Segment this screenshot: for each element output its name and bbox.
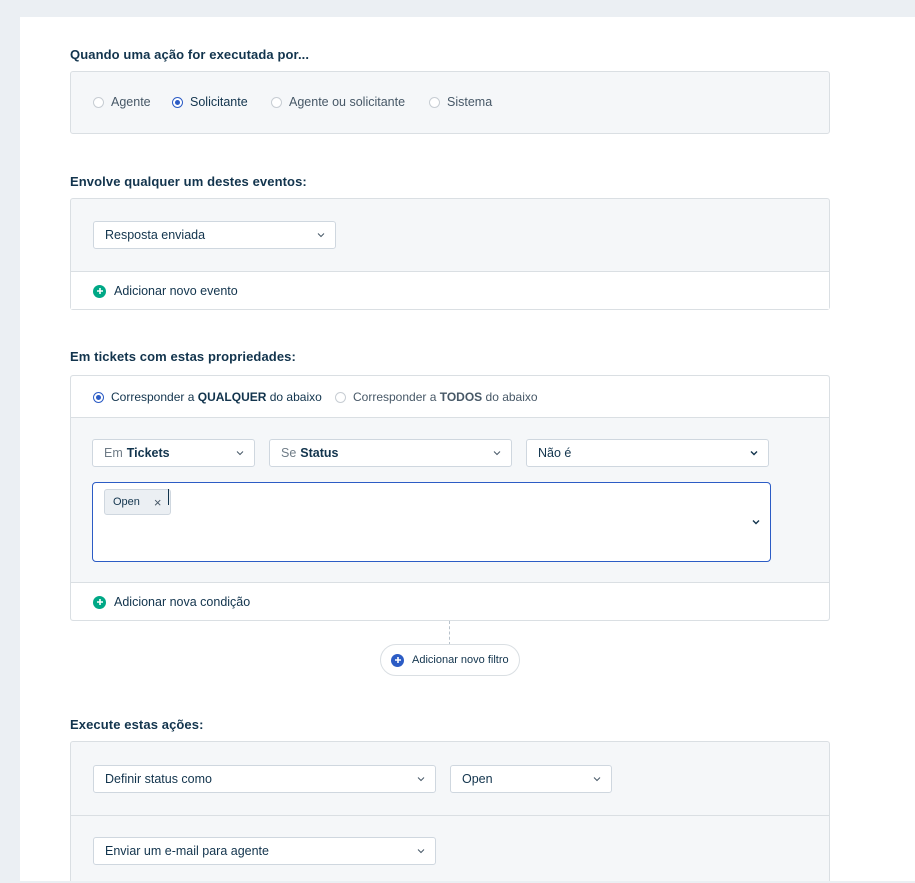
radio-icon[interactable] <box>271 96 282 108</box>
plus-circle-icon <box>93 595 106 609</box>
add-filter-button[interactable]: Adicionar novo filtro <box>380 644 520 676</box>
chevron-down-icon <box>417 777 425 782</box>
properties-box: Corresponder a QUALQUER do abaixo Corres… <box>70 375 830 621</box>
value-multiselect[interactable]: Open × <box>92 482 771 562</box>
radio-match-all[interactable]: Corresponder a TODOS do abaixo <box>335 390 538 404</box>
section-properties-title: Em tickets com estas propriedades: <box>70 349 296 364</box>
chevron-down-icon[interactable] <box>752 518 760 526</box>
add-event-label: Adicionar novo evento <box>114 284 238 298</box>
add-filter-label: Adicionar novo filtro <box>412 654 509 666</box>
scope-value: Tickets <box>126 446 170 460</box>
operator-value: Não é <box>538 446 572 460</box>
match-any-label: Corresponder a QUALQUER do abaixo <box>111 390 322 404</box>
performer-box: Agente Solicitante Agente ou solicitante… <box>70 71 830 134</box>
action1-option: Open <box>462 772 493 786</box>
tag-label: Open <box>113 496 140 508</box>
match-any-strong: QUALQUER <box>197 390 267 404</box>
section-performer-title: Quando uma ação for executada por... <box>70 47 310 62</box>
action1-select[interactable]: Definir status como <box>93 765 436 793</box>
scope-prefix: Em <box>104 446 123 460</box>
radio-label: Sistema <box>447 95 493 109</box>
text-caret <box>168 489 169 505</box>
automation-form: Quando uma ação for executada por... Age… <box>20 17 915 881</box>
field-select[interactable]: Se Status <box>269 439 512 467</box>
chevron-down-icon <box>417 849 425 854</box>
actions-box: Definir status como Open Enviar um e-mai… <box>70 741 830 881</box>
radio-match-any[interactable]: Corresponder a QUALQUER do abaixo <box>93 390 322 404</box>
radio-icon[interactable] <box>93 96 104 108</box>
field-value: Status <box>300 446 339 460</box>
radio-checked-icon[interactable] <box>93 391 104 403</box>
filter-connector <box>449 621 450 645</box>
action2-value: Enviar um e-mail para agente <box>105 844 269 858</box>
radio-agente-ou-solicitante[interactable]: Agente ou solicitante <box>271 95 405 109</box>
chevron-down-icon <box>236 451 244 456</box>
operator-select[interactable]: Não é <box>526 439 769 467</box>
add-condition-label: Adicionar nova condição <box>114 595 251 609</box>
match-all-strong: TODOS <box>439 390 483 404</box>
radio-label: Agente <box>111 95 151 109</box>
divider <box>71 815 829 816</box>
add-condition-link[interactable]: Adicionar nova condição <box>93 595 250 609</box>
section-events-title: Envolve qualquer um destes eventos: <box>70 174 307 189</box>
match-row: Corresponder a QUALQUER do abaixo Corres… <box>71 376 829 417</box>
match-all-prefix: Corresponder a <box>353 390 437 404</box>
close-icon[interactable]: × <box>154 495 162 510</box>
add-event-link[interactable]: Adicionar novo evento <box>93 284 238 298</box>
radio-solicitante[interactable]: Solicitante <box>172 95 248 109</box>
divider <box>71 417 829 418</box>
event-select[interactable]: Resposta enviada <box>93 221 336 249</box>
chevron-down-icon <box>750 451 758 456</box>
section-actions-title: Execute estas ações: <box>70 717 204 732</box>
radio-label: Solicitante <box>190 95 248 109</box>
radio-checked-icon[interactable] <box>172 96 183 108</box>
action1-value: Definir status como <box>105 772 212 786</box>
action1-value-select[interactable]: Open <box>450 765 612 793</box>
events-box: Resposta enviada Adicionar novo evento <box>70 198 830 310</box>
radio-icon[interactable] <box>429 96 440 108</box>
chevron-down-icon <box>593 777 601 782</box>
radio-label: Agente ou solicitante <box>289 95 406 109</box>
radio-sistema[interactable]: Sistema <box>429 95 492 109</box>
event-select-value: Resposta enviada <box>105 228 206 242</box>
plus-circle-icon <box>93 284 106 298</box>
events-add-row: Adicionar novo evento <box>71 271 829 309</box>
tag-open: Open × <box>104 489 171 515</box>
match-all-label: Corresponder a TODOS do abaixo <box>353 390 538 404</box>
field-prefix: Se <box>281 446 297 460</box>
match-any-suffix: do abaixo <box>269 390 322 404</box>
match-any-prefix: Corresponder a <box>111 390 195 404</box>
chevron-down-icon <box>317 233 325 238</box>
action2-select[interactable]: Enviar um e-mail para agente <box>93 837 436 865</box>
condition-add-row: Adicionar nova condição <box>71 582 829 620</box>
plus-circle-icon <box>391 653 404 667</box>
radio-agente[interactable]: Agente <box>93 95 151 109</box>
radio-icon[interactable] <box>335 391 346 403</box>
scope-select[interactable]: Em Tickets <box>92 439 255 467</box>
match-all-suffix: do abaixo <box>485 390 538 404</box>
chevron-down-icon <box>493 451 501 456</box>
